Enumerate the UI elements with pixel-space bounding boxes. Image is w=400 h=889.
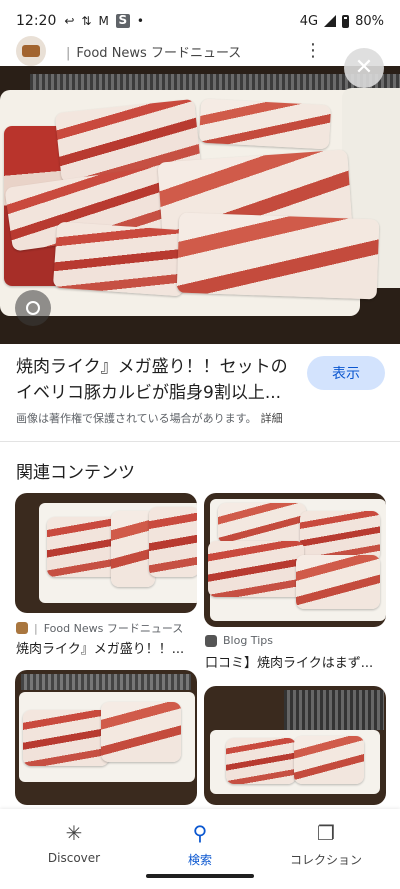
related-heading: 関連コンテンツ (16, 463, 135, 483)
meat-slice (176, 212, 380, 300)
network-label: 4G (299, 13, 319, 29)
source-header: Food News フードニュース ⋮ (0, 34, 400, 68)
copyright-text: 画像は著作権で保護されている場合があります。 (16, 412, 257, 425)
meat-slice (226, 738, 296, 784)
lens-icon (26, 301, 40, 315)
meat-slice (101, 702, 181, 762)
s-app-icon: S (115, 14, 130, 28)
result-image[interactable] (0, 66, 400, 344)
lens-button[interactable] (15, 290, 51, 326)
meat-slice (296, 555, 380, 609)
gmail-icon: M (98, 14, 109, 28)
nav-label: コレクション (289, 853, 362, 867)
nav-label: 検索 (187, 853, 212, 867)
status-right: 4G 80% (300, 14, 384, 29)
sync-icon: ⇅ (81, 14, 92, 28)
result-title[interactable]: 焼肉ライク』メガ盛り！！セットのイベリコ豚カルビが脂身9割以上... (16, 354, 302, 406)
related-image-2[interactable] (204, 493, 386, 627)
related-source-1: | Food News フードニュース (16, 620, 183, 636)
copyright-notice: 画像は著作権で保護されている場合があります。 詳細 (16, 410, 283, 426)
meat-slice (47, 517, 117, 577)
meat-slice (208, 541, 304, 597)
signal-icon (324, 15, 337, 27)
nav-search[interactable]: ⚲ 検索 (140, 821, 260, 868)
home-indicator[interactable] (146, 874, 254, 878)
nav-label: Discover (47, 851, 101, 865)
source-favicon (205, 634, 217, 647)
related-title-2[interactable]: 口コミ】焼肉ライクはまず... (205, 652, 387, 671)
battery-icon (342, 14, 350, 28)
detail-link[interactable]: 詳細 (261, 412, 283, 425)
source-favicon (16, 36, 46, 66)
meat-slice (52, 221, 188, 297)
divider (0, 441, 400, 442)
related-image-4[interactable] (204, 686, 386, 805)
notification-icons: ↩ ⇅ M S • (64, 14, 144, 28)
grill-graphic (284, 690, 384, 730)
source-name[interactable]: Food News フードニュース (66, 42, 241, 61)
related-source-label: Food News フードニュース (43, 622, 184, 635)
battery-label: 80% (355, 13, 384, 29)
meat-slice (198, 98, 332, 150)
dot-icon: • (136, 14, 144, 28)
meat-slice (300, 511, 380, 561)
close-icon: ✕ (354, 55, 374, 80)
related-image-3[interactable] (15, 670, 197, 805)
meat-slice (149, 507, 197, 577)
status-time: 12:20 (16, 13, 57, 29)
related-title-1[interactable]: 焼肉ライク』メガ盛り！！... (16, 638, 198, 657)
nav-collections[interactable]: ❐ コレクション (266, 821, 386, 868)
related-source-2: Blog Tips (205, 634, 273, 647)
asterisk-icon: ✳ (65, 821, 83, 845)
meat-slice (218, 503, 306, 543)
grill-graphic (21, 674, 191, 690)
nav-discover[interactable]: ✳ Discover (14, 821, 134, 865)
search-icon: ⚲ (192, 821, 208, 845)
related-source-label: Blog Tips (223, 634, 273, 647)
meat-slice (23, 710, 109, 766)
related-image-1[interactable] (15, 493, 197, 613)
collections-icon: ❐ (317, 821, 335, 845)
source-favicon (16, 622, 28, 634)
more-options-icon[interactable]: ⋮ (304, 42, 322, 60)
meat-slice (294, 736, 364, 784)
show-button[interactable]: 表示 (307, 356, 385, 390)
close-button[interactable]: ✕ (344, 48, 384, 88)
back-arrow-icon: ↩ (64, 14, 75, 28)
